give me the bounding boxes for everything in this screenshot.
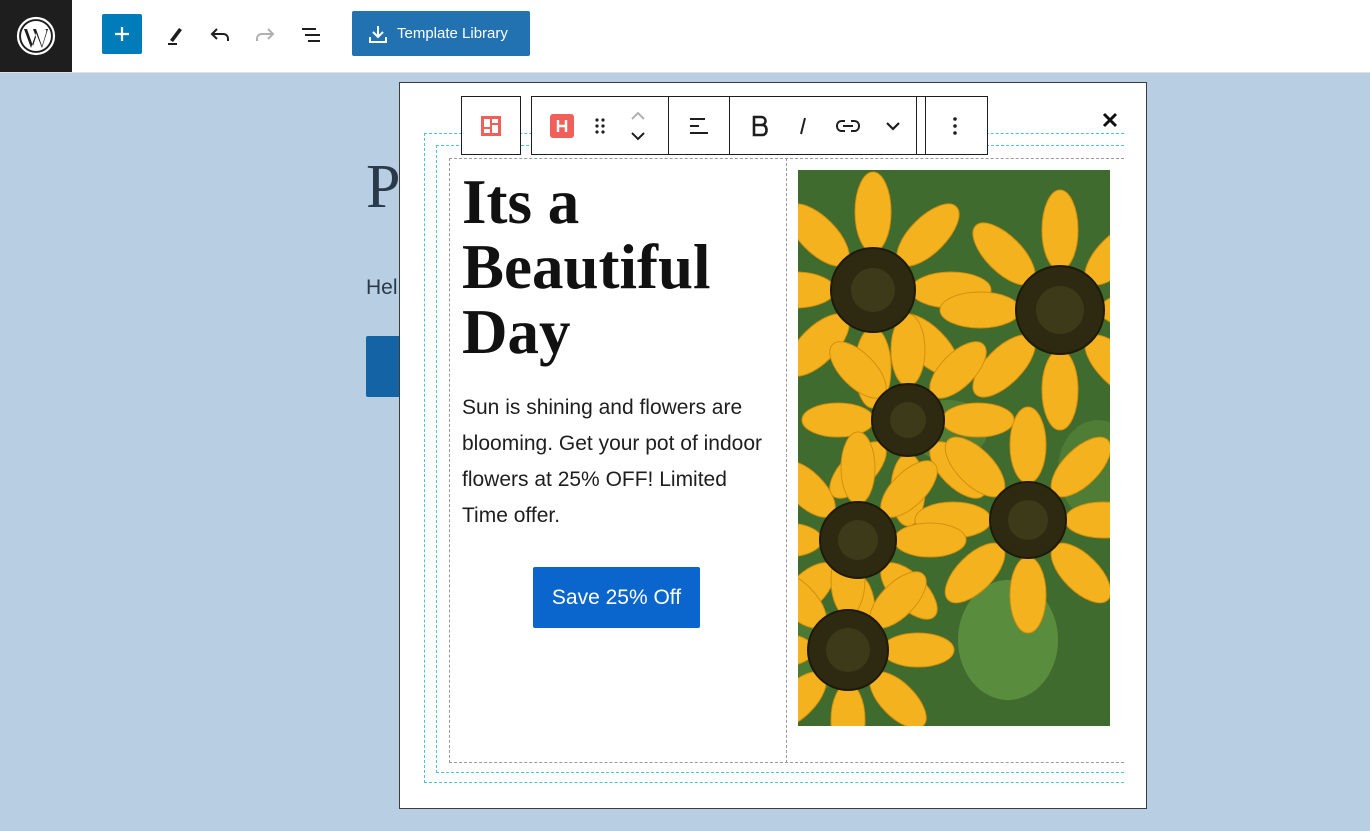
post-paragraph[interactable]: Hel (366, 276, 398, 300)
move-up-icon[interactable] (629, 110, 647, 122)
more-formatting-button[interactable] (878, 97, 908, 154)
move-down-icon[interactable] (629, 130, 647, 142)
italic-icon (800, 117, 806, 134)
heading-block-icon (550, 113, 574, 138)
column-divider (786, 158, 788, 763)
drag-handle-icon (595, 117, 605, 134)
popup-heading[interactable]: Its a Beautiful Day (462, 170, 762, 365)
layout-block-icon (481, 115, 501, 136)
template-library-label: Template Library (397, 25, 508, 42)
add-block-button[interactable] (102, 14, 142, 54)
tools-button[interactable] (160, 20, 190, 50)
sunflower-image[interactable] (798, 170, 1110, 726)
wordpress-logo-button[interactable] (0, 0, 72, 72)
link-icon (835, 119, 861, 132)
download-icon (369, 25, 387, 43)
popup-body-text[interactable]: Sun is shining and flowers are blooming.… (462, 390, 777, 534)
wordpress-logo-icon (16, 16, 56, 56)
plus-icon (115, 27, 129, 41)
drag-handle[interactable] (592, 97, 608, 154)
pencil-icon (168, 28, 182, 45)
bold-icon (752, 115, 768, 136)
heading-block-button[interactable] (532, 97, 592, 154)
undo-icon (210, 28, 229, 41)
sunflowers-illustration (798, 170, 1110, 726)
template-library-button[interactable]: Template Library (352, 11, 530, 56)
save-25-off-button[interactable]: Save 25% Off (533, 567, 700, 628)
italic-button[interactable] (788, 97, 818, 154)
block-toolbar (531, 96, 988, 155)
more-chevron-icon (886, 121, 900, 131)
toolbar-separator (916, 97, 917, 154)
layout-block-button[interactable] (462, 97, 520, 154)
bold-button[interactable] (730, 97, 788, 154)
list-view-icon (302, 28, 320, 42)
redo-button[interactable] (250, 20, 280, 50)
document-overview-button[interactable] (296, 20, 326, 50)
parent-block-selector[interactable] (461, 96, 521, 155)
options-icon (953, 116, 957, 135)
undo-button[interactable] (205, 20, 235, 50)
post-title[interactable]: P (366, 152, 400, 223)
align-button[interactable] (669, 97, 729, 154)
close-icon (1102, 112, 1118, 128)
redo-icon (256, 28, 275, 41)
close-modal-button[interactable] (1098, 108, 1122, 132)
block-options-button[interactable] (926, 97, 984, 154)
editor-top-bar: Template Library (0, 0, 1370, 73)
link-button[interactable] (818, 97, 878, 154)
align-left-icon (690, 117, 708, 134)
